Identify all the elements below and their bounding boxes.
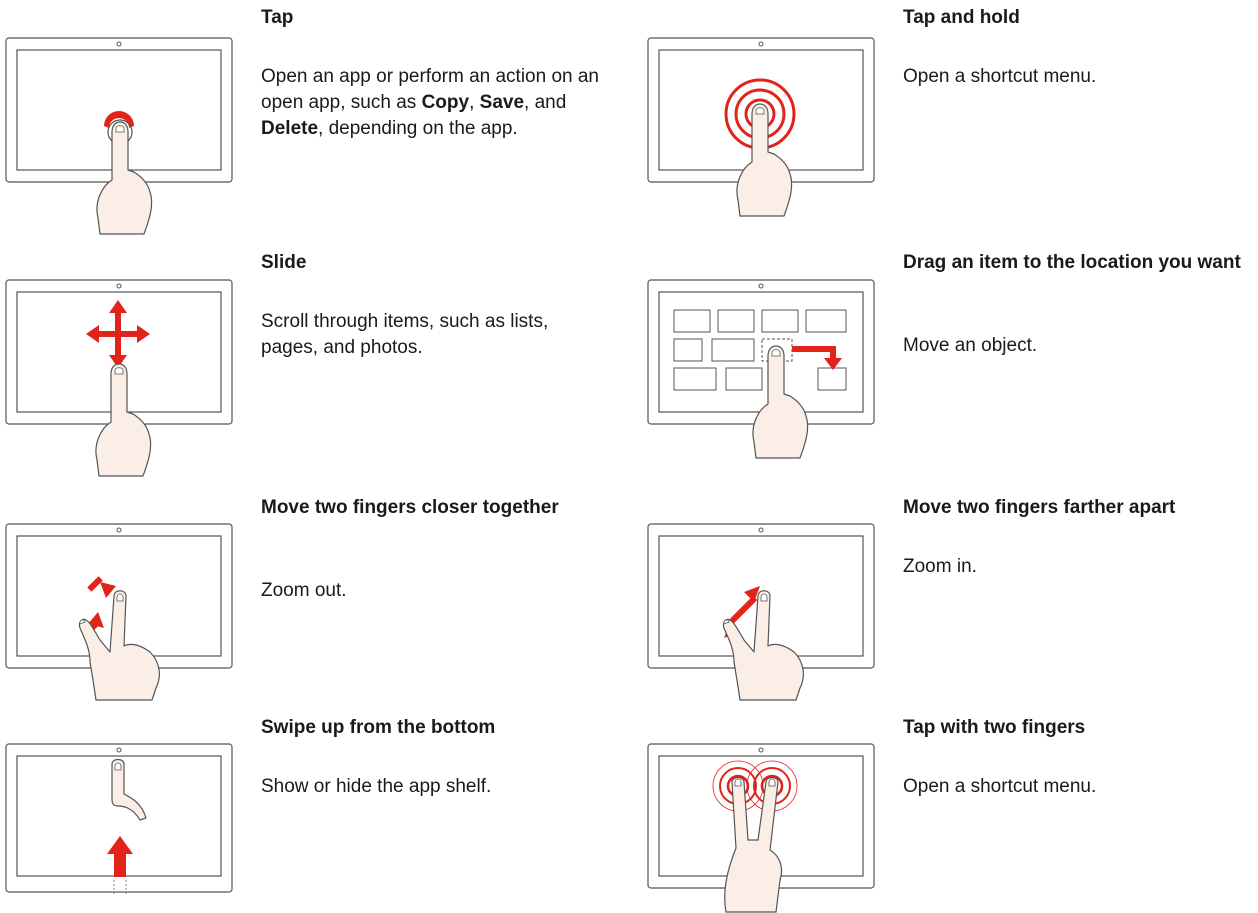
gesture-title: Tap with two fingers <box>903 717 1086 738</box>
zoom-out-illustration <box>5 523 233 701</box>
gesture-title: Tap and hold <box>903 7 1020 28</box>
gesture-title: Tap <box>261 7 294 28</box>
gesture-description: Show or hide the app shelf. <box>261 776 492 797</box>
gesture-description: Zoom in. <box>903 556 977 577</box>
gesture-description: Zoom out. <box>261 580 347 601</box>
gesture-title: Drag an item to the location you want <box>903 252 1241 273</box>
gesture-title: Move two fingers farther apart <box>903 497 1176 518</box>
gesture-description: Open a shortcut menu. <box>903 66 1097 87</box>
swipe-up-illustration <box>5 743 233 894</box>
tap-and-hold-illustration <box>647 37 875 217</box>
gesture-description: Move an object. <box>903 335 1038 356</box>
tablet-icon <box>647 279 875 425</box>
drag-illustration <box>647 279 875 459</box>
gesture-title: Move two fingers closer together <box>261 497 559 518</box>
slide-illustration <box>5 279 233 477</box>
gesture-title: Slide <box>261 252 307 273</box>
gesture-description: Open a shortcut menu. <box>903 776 1097 797</box>
tap-illustration <box>5 37 233 235</box>
gesture-title: Swipe up from the bottom <box>261 717 496 738</box>
zoom-in-illustration <box>647 523 875 701</box>
gesture-description: Scroll through items, such as lists, pag… <box>261 311 549 358</box>
gesture-description: Open an app or perform an action on an o… <box>261 66 600 139</box>
two-finger-tap-illustration <box>647 743 875 913</box>
